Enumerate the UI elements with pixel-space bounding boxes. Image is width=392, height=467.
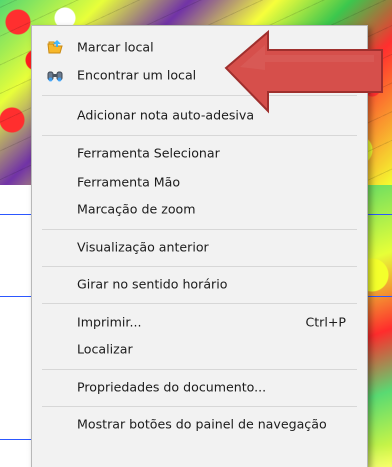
menu-item-propriedades-do-documento[interactable]: Propriedades do documento... bbox=[32, 372, 367, 402]
menu-item-shortcut: Ctrl+P bbox=[305, 314, 346, 330]
menu-item-ferramenta-mao[interactable]: Ferramenta Mão bbox=[32, 167, 367, 197]
grid-line bbox=[0, 296, 31, 297]
menu-item-localizar[interactable]: Localizar bbox=[32, 334, 367, 364]
menu-item-mostrar-botoes-do-painel-de-navegacao[interactable]: Mostrar botões do painel de navegação bbox=[32, 409, 367, 439]
menu-item-visualizacao-anterior[interactable]: Visualização anterior bbox=[32, 232, 367, 262]
menu-item-label: Girar no sentido horário bbox=[77, 276, 228, 292]
menu-item-label: Propriedades do documento... bbox=[77, 379, 267, 395]
menu-item-ferramenta-selecionar[interactable]: Ferramenta Selecionar bbox=[32, 138, 367, 168]
menu-item-girar-no-sentido-horario[interactable]: Girar no sentido horário bbox=[32, 269, 367, 299]
menu-separator bbox=[42, 303, 357, 304]
context-menu: Marcar local Encontrar um local Adiciona… bbox=[31, 25, 368, 467]
menu-item-label: Localizar bbox=[77, 341, 133, 357]
grid-line bbox=[368, 214, 392, 215]
menu-item-encontrar-um-local[interactable]: Encontrar um local bbox=[32, 60, 367, 90]
menu-separator bbox=[42, 229, 357, 230]
folder-location-icon bbox=[47, 40, 63, 54]
menu-item-label: Visualização anterior bbox=[77, 239, 209, 255]
menu-separator bbox=[42, 95, 357, 96]
menu-item-label: Adicionar nota auto-adesiva bbox=[77, 107, 255, 123]
menu-separator bbox=[42, 135, 357, 136]
screenshot-stage: Marcar local Encontrar um local Adiciona… bbox=[0, 0, 392, 467]
menu-separator bbox=[42, 369, 357, 370]
menu-item-label: Ferramenta Selecionar bbox=[77, 145, 220, 161]
menu-item-marcacao-de-zoom[interactable]: Marcação de zoom bbox=[32, 194, 367, 224]
menu-item-label: Imprimir... bbox=[77, 314, 142, 330]
menu-separator bbox=[42, 406, 357, 407]
menu-item-label: Encontrar um local bbox=[77, 67, 197, 83]
menu-item-label: Ferramenta Mão bbox=[77, 174, 181, 190]
menu-item-marcar-local[interactable]: Marcar local bbox=[32, 32, 367, 62]
menu-item-adicionar-nota-auto-adesiva[interactable]: Adicionar nota auto-adesiva bbox=[32, 100, 367, 130]
menu-item-label: Marcação de zoom bbox=[77, 201, 196, 217]
menu-separator bbox=[42, 266, 357, 267]
grid-line bbox=[368, 296, 392, 297]
grid-line bbox=[0, 439, 31, 440]
menu-item-label: Mostrar botões do painel de navegação bbox=[77, 416, 327, 432]
menu-item-imprimir[interactable]: Imprimir... Ctrl+P bbox=[32, 307, 367, 337]
binoculars-icon bbox=[47, 71, 63, 82]
menu-item-label: Marcar local bbox=[77, 39, 154, 55]
grid-line bbox=[0, 214, 31, 215]
